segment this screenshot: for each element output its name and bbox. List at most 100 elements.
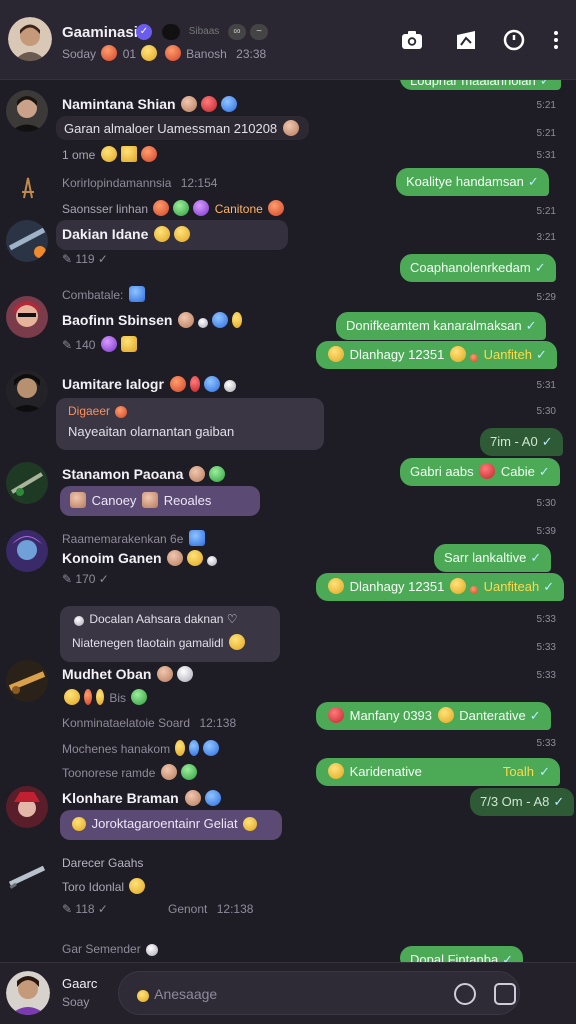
more-icon[interactable] xyxy=(544,28,568,52)
read-receipt-icon: ✓ xyxy=(538,464,550,479)
message-time: 5:33 xyxy=(536,670,556,681)
incoming-message[interactable]: Canoey Reoales xyxy=(60,486,260,516)
emoji-icon xyxy=(100,146,117,162)
meta-text: Bis xyxy=(109,691,127,705)
message-text: Saonsser linhan xyxy=(62,202,149,216)
check-icon: ✓ xyxy=(97,902,108,916)
message-text-extra: Danterative xyxy=(459,708,526,723)
sender-name-text: Darecer Gaahs xyxy=(62,856,144,870)
emoji-icon xyxy=(140,146,157,162)
outgoing-message[interactable]: Lodphar maalannolan ✓ xyxy=(400,80,561,90)
quote-title-text: Digaeer xyxy=(68,404,111,418)
incoming-message[interactable]: Dakian Idane xyxy=(56,220,288,250)
sender-name: Namintana Shian xyxy=(62,96,239,112)
read-receipt-icon: ✓ xyxy=(539,80,551,88)
contact-avatar[interactable] xyxy=(8,17,52,61)
emoji-icon xyxy=(228,634,245,650)
user-avatar[interactable] xyxy=(6,370,48,412)
section-label: Combatale: xyxy=(62,286,147,302)
history-icon[interactable] xyxy=(502,28,526,52)
outgoing-message[interactable]: Coaphanolenrkedam ✓ xyxy=(400,254,556,282)
subtitle-time: 23:38 xyxy=(236,47,267,61)
sender-name: Gar Semender xyxy=(62,942,160,956)
emoji-icon xyxy=(180,764,197,780)
outgoing-message[interactable]: 7im - A0 ✓ xyxy=(480,428,563,456)
footer-text: Genont xyxy=(168,902,208,916)
user-avatar[interactable] xyxy=(6,462,48,504)
emoji-icon xyxy=(128,286,145,302)
read-receipt-icon: ✓ xyxy=(525,318,537,333)
emoji-icon xyxy=(178,312,195,328)
user-avatar[interactable] xyxy=(6,90,48,132)
message-text: Reoales xyxy=(163,493,212,508)
emoji-icon xyxy=(232,312,243,328)
quote-title: Digaeer xyxy=(68,404,312,418)
my-avatar[interactable] xyxy=(6,971,50,1015)
sender-name: Korirlopindamannsia 12:154 xyxy=(62,176,217,190)
emoji-icon xyxy=(177,666,194,682)
emoji-icon xyxy=(160,764,177,780)
message-text: Dlanhagy 12351 xyxy=(349,579,445,594)
emoji-icon xyxy=(131,689,148,705)
emoji-icon xyxy=(449,346,466,362)
sender-name: Baofinn Sbinsen xyxy=(62,312,244,328)
emoji-icon xyxy=(198,318,209,328)
message-body: Toonorese ramde xyxy=(62,764,199,780)
status-dot-icon xyxy=(162,24,180,40)
incoming-message[interactable]: Garan almaloer Uamessman 210208 xyxy=(56,116,309,140)
sender-name-text: Namintana Shian xyxy=(62,96,176,112)
user-avatar[interactable] xyxy=(6,530,48,572)
message-list[interactable]: Lodphar maalannolan ✓ 5:21 Namintana Shia… xyxy=(0,80,576,962)
outgoing-message[interactable]: 7/3 Om - A8 ✓ xyxy=(470,788,575,816)
emoji-icon xyxy=(84,689,92,705)
incoming-quote-message[interactable]: Docalan Aahsara daknan ♡ Niatenegen tlao… xyxy=(60,606,280,662)
sender-name-text: Korirlopindamannsia xyxy=(62,176,172,190)
message-text: Coaphanolenrkedam xyxy=(410,260,531,275)
emoji-icon xyxy=(189,466,206,482)
message-time: 5:39 xyxy=(536,526,556,537)
emoji-icon xyxy=(137,990,149,1002)
user-avatar[interactable] xyxy=(6,296,48,338)
incoming-message[interactable]: Joroktagaroentainr Geliat xyxy=(60,810,282,840)
message-text: Donifkeamtem kanaralmaksan xyxy=(346,318,522,333)
chat-title: Gaaminasi xyxy=(62,24,138,41)
user-avatar[interactable] xyxy=(6,220,48,262)
check-icon: ✓ xyxy=(98,572,109,586)
emoji-icon xyxy=(101,45,118,61)
user-avatar[interactable] xyxy=(6,660,48,702)
chat-title-text: Gaaminasi xyxy=(62,24,138,41)
emoji-picker-icon[interactable] xyxy=(454,983,476,1005)
incoming-quote-message[interactable]: Digaeer Nayeaitan olarnantan gaiban xyxy=(56,398,324,450)
video-icon[interactable] xyxy=(454,28,478,52)
outgoing-message[interactable]: Sarr lankaltive ✓ xyxy=(434,544,552,572)
message-tag: Canitone xyxy=(214,202,263,216)
emoji-icon xyxy=(154,226,170,242)
user-avatar[interactable] xyxy=(6,168,48,210)
subtitle-count: 01 xyxy=(122,47,137,61)
emoji-icon xyxy=(153,200,170,216)
sender-name: Raamemarakenkan 6e xyxy=(62,530,207,546)
sender-name-text: Uamitare Ialogr xyxy=(62,376,164,392)
message-input-placeholder: Anesaage xyxy=(154,986,218,1002)
outgoing-message[interactable]: Dopal Fintanba ✓ xyxy=(400,946,524,962)
emoji-icon xyxy=(203,740,220,756)
message-text: 7im - A0 xyxy=(490,434,538,449)
outgoing-message[interactable]: Gabri aabs Cabie ✓ xyxy=(400,458,560,486)
sender-name-text: Toro Idonlal xyxy=(62,880,125,894)
outgoing-message[interactable]: Koalitye handamsan ✓ xyxy=(396,168,549,196)
camera-icon[interactable] xyxy=(400,28,424,52)
sticker-icon[interactable] xyxy=(494,983,516,1005)
user-avatar[interactable] xyxy=(6,854,48,896)
outgoing-message[interactable]: Donifkeamtem kanaralmaksan ✓ xyxy=(336,312,547,340)
outgoing-message[interactable]: Karidenative Toalh ✓ xyxy=(316,758,560,786)
meta-text: 140 xyxy=(75,338,96,352)
sender-name-secondary: Toro Idonlal xyxy=(62,878,147,894)
read-receipt-icon: ✓ xyxy=(502,952,514,962)
name-time: 12:138 xyxy=(199,716,237,730)
outgoing-message[interactable]: Dlanhagy 12351 Uanfiteh ✓ xyxy=(316,341,557,369)
emoji-icon xyxy=(174,226,190,242)
outgoing-message[interactable]: Dlanhagy 12351 Uanfiteah ✓ xyxy=(316,573,565,601)
user-avatar[interactable] xyxy=(6,786,48,828)
heart-icon: ♡ xyxy=(226,612,238,626)
outgoing-message[interactable]: Manfany 0393 Danterative ✓ xyxy=(316,702,551,730)
